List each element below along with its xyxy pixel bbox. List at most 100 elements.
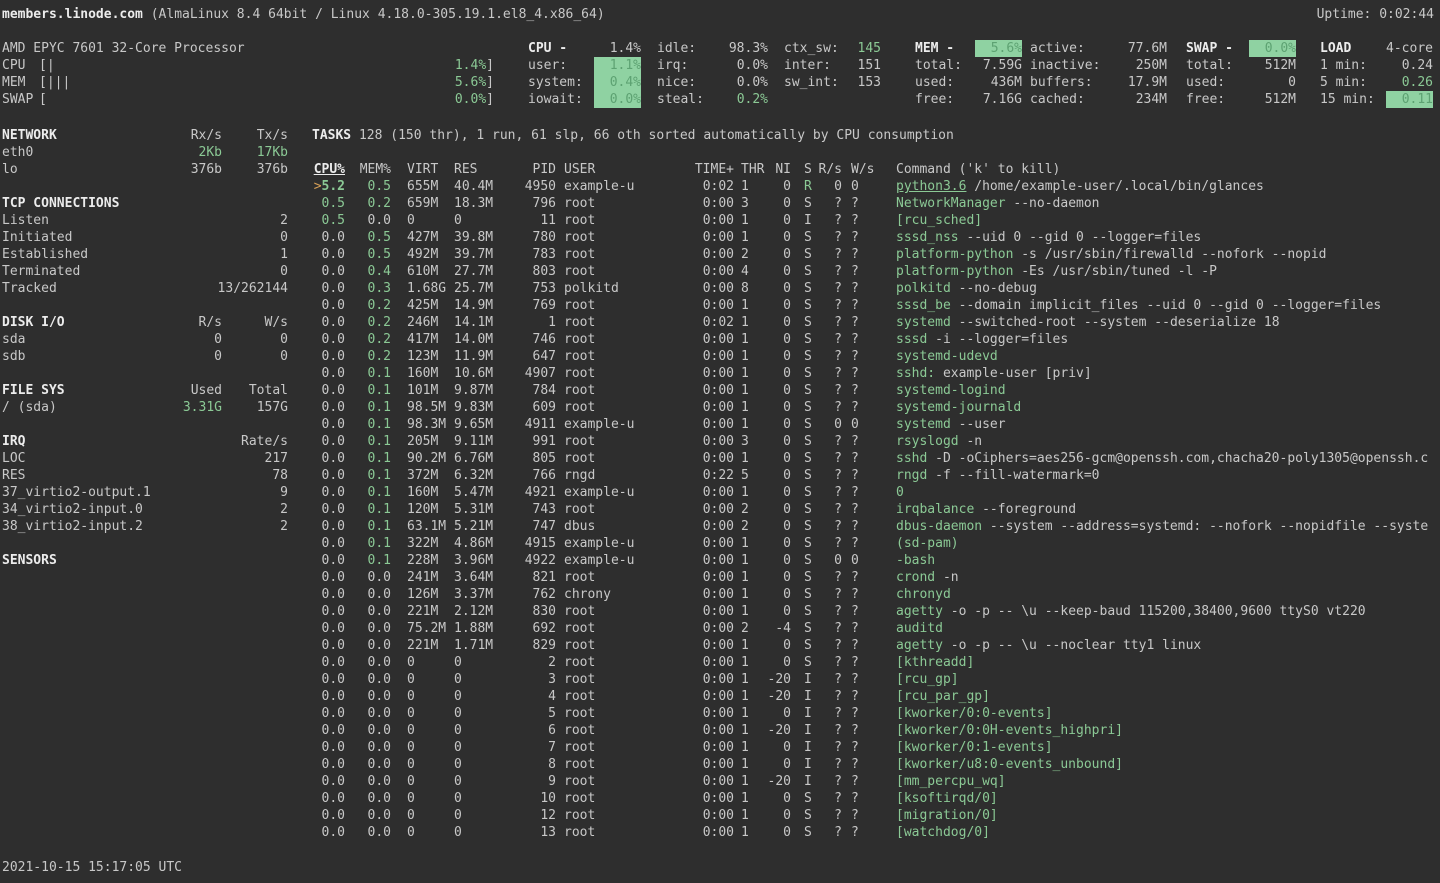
process-row[interactable]: >5.2 0.5 655M 40.4M 4950 example-u 0:02 … bbox=[312, 178, 1440, 195]
process-row[interactable]: 0.0 0.1 120M 5.31M 743 root 0:00 2 0 S ?… bbox=[312, 501, 1440, 518]
time-cell: 0:00 bbox=[649, 450, 734, 467]
virt-cell: 228M bbox=[407, 552, 454, 569]
process-row[interactable]: 0.0 0.0 0 0 7 root 0:00 1 0 I ? ? [kwork… bbox=[312, 739, 1440, 756]
process-row[interactable]: 0.5 0.0 0 0 11 root 0:00 1 0 I ? ? [rcu_… bbox=[312, 212, 1440, 229]
process-row[interactable]: 0.0 0.0 0 0 3 root 0:00 1 -20 I ? ? [rcu… bbox=[312, 671, 1440, 688]
process-row[interactable]: 0.0 0.0 0 0 12 root 0:00 1 0 S ? ? [migr… bbox=[312, 807, 1440, 824]
col-header-thr[interactable]: THR bbox=[741, 161, 766, 178]
nice-cell: 0 bbox=[766, 314, 791, 331]
cpu-percent-cell: 0.0 bbox=[312, 790, 345, 807]
col-header-virt[interactable]: VIRT bbox=[407, 161, 454, 178]
process-row[interactable]: 0.0 0.0 0 0 2 root 0:00 1 0 S ? ? [kthre… bbox=[312, 654, 1440, 671]
time-cell: 0:02 bbox=[649, 314, 734, 331]
nice-cell: -20 bbox=[766, 722, 791, 739]
col-header-ni[interactable]: NI bbox=[766, 161, 791, 178]
process-row[interactable]: 0.0 0.2 425M 14.9M 769 root 0:00 1 0 S ?… bbox=[312, 297, 1440, 314]
user-cell: example-u bbox=[564, 178, 649, 195]
threads-cell: 1 bbox=[741, 382, 766, 399]
read-rate-cell: ? bbox=[816, 348, 842, 365]
process-row[interactable]: 0.0 0.0 0 0 4 root 0:00 1 -20 I ? ? [rcu… bbox=[312, 688, 1440, 705]
process-row[interactable]: 0.0 0.1 63.1M 5.21M 747 dbus 0:00 2 0 S … bbox=[312, 518, 1440, 535]
process-row[interactable]: 0.0 0.2 123M 11.9M 647 root 0:00 1 0 S ?… bbox=[312, 348, 1440, 365]
col-header-pid[interactable]: PID bbox=[501, 161, 556, 178]
process-row[interactable]: 0.0 0.4 610M 27.7M 803 root 0:00 4 0 S ?… bbox=[312, 263, 1440, 280]
read-rate-cell: ? bbox=[816, 518, 842, 535]
command-name: crond bbox=[896, 570, 935, 585]
process-row[interactable]: 0.0 0.2 417M 14.0M 746 root 0:00 1 0 S ?… bbox=[312, 331, 1440, 348]
nice-cell: 0 bbox=[766, 807, 791, 824]
process-row[interactable]: 0.0 0.1 98.5M 9.83M 609 root 0:00 1 0 S … bbox=[312, 399, 1440, 416]
command-name: auditd bbox=[896, 621, 943, 636]
col-header-command[interactable]: Command ('k' to kill) bbox=[896, 161, 1440, 178]
process-row[interactable]: 0.0 0.5 492M 39.7M 783 root 0:00 2 0 S ?… bbox=[312, 246, 1440, 263]
col-header-mem[interactable]: MEM% bbox=[345, 161, 391, 178]
cpu-percent-cell: 0.0 bbox=[312, 433, 345, 450]
col-header-cpu[interactable]: CPU% bbox=[312, 161, 345, 178]
read-rate-cell: ? bbox=[816, 569, 842, 586]
nice-cell: -20 bbox=[766, 773, 791, 790]
mem-percent-cell: 0.1 bbox=[345, 416, 391, 433]
mem-percent-cell: 0.2 bbox=[345, 314, 391, 331]
process-row[interactable]: 0.0 0.5 427M 39.8M 780 root 0:00 1 0 S ?… bbox=[312, 229, 1440, 246]
command-cell: crond -n bbox=[896, 569, 1440, 586]
threads-cell: 1 bbox=[741, 654, 766, 671]
process-row[interactable]: 0.0 0.0 221M 1.71M 829 root 0:00 1 0 S ?… bbox=[312, 637, 1440, 654]
irq-row: 34_virtio2-input.0 2 bbox=[2, 501, 288, 518]
process-row[interactable]: 0.0 0.0 0 0 8 root 0:00 1 0 I ? ? [kwork… bbox=[312, 756, 1440, 773]
process-row[interactable]: 0.0 0.1 372M 6.32M 766 rngd 0:22 5 0 S ?… bbox=[312, 467, 1440, 484]
nice-cell: 0 bbox=[766, 535, 791, 552]
stat-row: inactive:250M bbox=[1030, 57, 1167, 74]
mem-percent-cell: 0.5 bbox=[345, 246, 391, 263]
process-row[interactable]: 0.0 0.1 90.2M 6.76M 805 root 0:00 1 0 S … bbox=[312, 450, 1440, 467]
mem-percent-cell: 0.1 bbox=[345, 365, 391, 382]
pid-cell: 753 bbox=[501, 280, 556, 297]
mem-percent-cell: 0.0 bbox=[345, 722, 391, 739]
user-cell: root bbox=[564, 331, 649, 348]
col-header-time[interactable]: TIME+ bbox=[649, 161, 734, 178]
threads-cell: 1 bbox=[741, 773, 766, 790]
process-row[interactable]: 0.0 0.1 98.3M 9.65M 4911 example-u 0:00 … bbox=[312, 416, 1440, 433]
process-row[interactable]: 0.0 0.1 101M 9.87M 784 root 0:00 1 0 S ?… bbox=[312, 382, 1440, 399]
nice-cell: 0 bbox=[766, 246, 791, 263]
stat-label: idle: bbox=[657, 40, 696, 57]
process-row[interactable]: 0.0 0.3 1.68G 25.7M 753 polkitd 0:00 8 0… bbox=[312, 280, 1440, 297]
nice-cell: 0 bbox=[766, 484, 791, 501]
process-row[interactable]: 0.0 0.0 241M 3.64M 821 root 0:00 1 0 S ?… bbox=[312, 569, 1440, 586]
process-row[interactable]: 0.0 0.0 0 0 5 root 0:00 1 0 I ? ? [kwork… bbox=[312, 705, 1440, 722]
process-row[interactable]: 0.5 0.2 659M 18.3M 796 root 0:00 3 0 S ?… bbox=[312, 195, 1440, 212]
time-cell: 0:00 bbox=[649, 246, 734, 263]
process-row[interactable]: 0.0 0.0 0 0 6 root 0:00 1 -20 I ? ? [kwo… bbox=[312, 722, 1440, 739]
process-row[interactable]: 0.0 0.1 205M 9.11M 991 root 0:00 3 0 S ?… bbox=[312, 433, 1440, 450]
col-header-res[interactable]: RES bbox=[454, 161, 501, 178]
read-rate-cell: ? bbox=[816, 263, 842, 280]
process-row[interactable]: 0.0 0.2 246M 14.1M 1 root 0:02 1 0 S ? ?… bbox=[312, 314, 1440, 331]
threads-cell: 1 bbox=[741, 790, 766, 807]
process-row[interactable]: 0.0 0.0 126M 3.37M 762 chrony 0:00 1 0 S… bbox=[312, 586, 1440, 603]
read-rate-cell: ? bbox=[816, 773, 842, 790]
process-row[interactable]: 0.0 0.1 160M 5.47M 4921 example-u 0:00 1… bbox=[312, 484, 1440, 501]
col-header-state[interactable]: S bbox=[804, 161, 816, 178]
process-row[interactable]: 0.0 0.1 322M 4.86M 4915 example-u 0:00 1… bbox=[312, 535, 1440, 552]
stat-row: used:436M bbox=[915, 74, 1022, 91]
write-rate-cell: ? bbox=[851, 535, 881, 552]
process-row[interactable]: 0.0 0.0 0 0 9 root 0:00 1 -20 I ? ? [mm_… bbox=[312, 773, 1440, 790]
res-cell: 0 bbox=[454, 790, 501, 807]
gauge-close-bracket: ] bbox=[486, 91, 494, 108]
pid-cell: 766 bbox=[501, 467, 556, 484]
gauge-close-bracket: ] bbox=[486, 57, 494, 74]
col-header-ws[interactable]: W/s bbox=[851, 161, 881, 178]
cpu-percent-cell: 0.0 bbox=[312, 229, 345, 246]
process-row[interactable]: 0.0 0.1 160M 10.6M 4907 root 0:00 1 0 S … bbox=[312, 365, 1440, 382]
command-cell: rngd -f --fill-watermark=0 bbox=[896, 467, 1440, 484]
virt-cell: 120M bbox=[407, 501, 454, 518]
threads-cell: 1 bbox=[741, 314, 766, 331]
user-cell: root bbox=[564, 790, 649, 807]
col-header-rs[interactable]: R/s bbox=[816, 161, 842, 178]
process-row[interactable]: 0.0 0.0 0 0 13 root 0:00 1 0 S ? ? [watc… bbox=[312, 824, 1440, 841]
col-header-user[interactable]: USER bbox=[564, 161, 649, 178]
process-row[interactable]: 0.0 0.0 75.2M 1.88M 692 root 0:00 2 -4 S… bbox=[312, 620, 1440, 637]
process-row[interactable]: 0.0 0.0 0 0 10 root 0:00 1 0 S ? ? [ksof… bbox=[312, 790, 1440, 807]
process-row[interactable]: 0.0 0.1 228M 3.96M 4922 example-u 0:00 1… bbox=[312, 552, 1440, 569]
process-row[interactable]: 0.0 0.0 221M 2.12M 830 root 0:00 1 0 S ?… bbox=[312, 603, 1440, 620]
command-cell: platform-python -s /usr/sbin/firewalld -… bbox=[896, 246, 1440, 263]
